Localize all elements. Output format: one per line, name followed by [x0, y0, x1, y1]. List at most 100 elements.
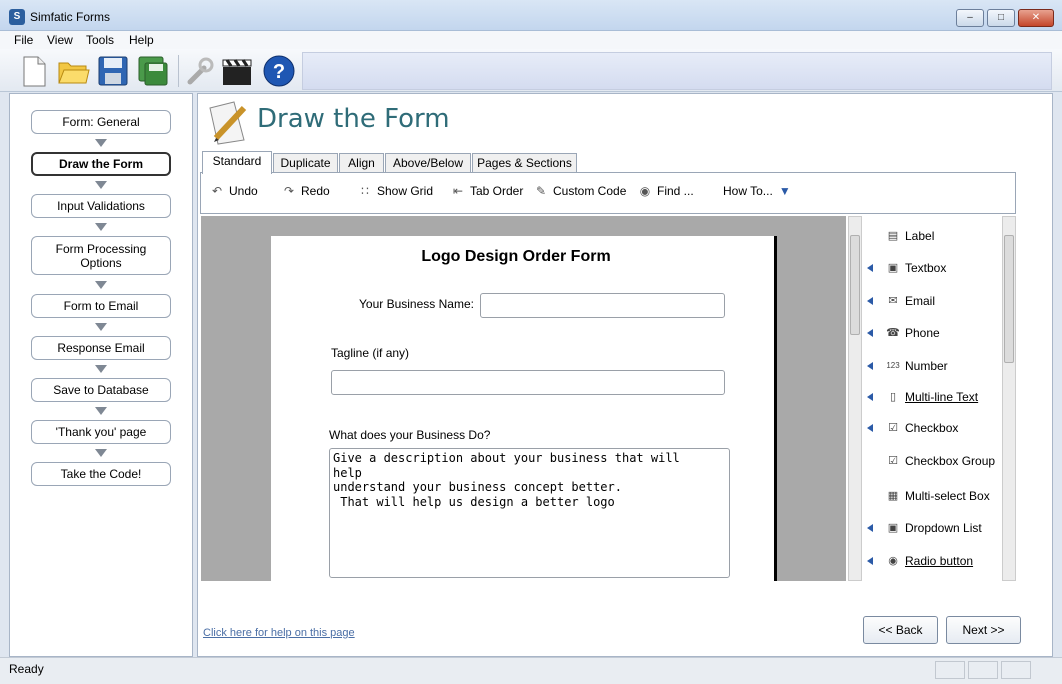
- step-thank-you-page[interactable]: 'Thank you' page: [31, 420, 171, 444]
- tab-align[interactable]: Align: [339, 153, 384, 173]
- checkbox-icon: ☑: [888, 422, 898, 434]
- menu-file[interactable]: File: [14, 33, 33, 47]
- palette-item-phone[interactable]: ☎ Phone: [863, 323, 1003, 343]
- form-title[interactable]: Logo Design Order Form: [271, 248, 761, 266]
- help-icon[interactable]: ?: [262, 54, 296, 88]
- design-canvas[interactable]: Logo Design Order Form Your Business Nam…: [201, 216, 846, 581]
- tab-standard[interactable]: Standard: [202, 151, 272, 174]
- business-name-label[interactable]: Your Business Name:: [359, 297, 474, 311]
- toolbar: ?: [0, 49, 1062, 92]
- status-cell: [968, 661, 998, 679]
- arrow-down-icon: [95, 449, 107, 457]
- next-button[interactable]: Next >>: [946, 616, 1021, 644]
- palette-item-email[interactable]: ✉ Email: [863, 291, 1003, 311]
- tagline-field[interactable]: [331, 370, 725, 395]
- clapperboard-icon[interactable]: [220, 54, 254, 88]
- step-take-the-code[interactable]: Take the Code!: [31, 462, 171, 486]
- palette-item-radio-button[interactable]: ◉ Radio button: [863, 551, 1003, 571]
- arrow-down-icon: [95, 223, 107, 231]
- menu-bar: File View Tools Help: [0, 31, 1062, 49]
- label-icon: ▤: [887, 230, 899, 242]
- step-form-processing-options[interactable]: Form Processing Options: [31, 236, 171, 275]
- custom-code-button[interactable]: ✎ Custom Code: [533, 183, 626, 199]
- expand-arrow-icon: [867, 524, 873, 532]
- expand-arrow-icon: [867, 424, 873, 432]
- palette-item-multi-select-box[interactable]: ▦ Multi-select Box: [863, 486, 1003, 506]
- canvas-scrollbar-thumb[interactable]: [850, 235, 860, 335]
- palette-scrollbar[interactable]: [1002, 216, 1016, 581]
- palette-item-number[interactable]: 123 Number: [863, 356, 1003, 376]
- window-title: Simfatic Forms: [30, 10, 111, 24]
- custom-code-icon: ✎: [535, 184, 547, 198]
- back-button[interactable]: << Back: [863, 616, 938, 644]
- save-icon[interactable]: [96, 54, 130, 88]
- minimize-button[interactable]: –: [956, 9, 984, 27]
- expand-arrow-icon: [867, 297, 873, 305]
- step-form-general[interactable]: Form: General: [31, 110, 171, 134]
- multiline-icon: ▯: [889, 391, 897, 403]
- save-as-icon[interactable]: [136, 54, 170, 88]
- close-button[interactable]: ✕: [1018, 9, 1054, 27]
- main-panel: Draw the Form Standard Duplicate Align A…: [197, 93, 1053, 657]
- menu-view[interactable]: View: [47, 33, 73, 47]
- tab-pages-sections[interactable]: Pages & Sections: [472, 153, 577, 173]
- step-form-to-email[interactable]: Form to Email: [31, 294, 171, 318]
- step-response-email[interactable]: Response Email: [31, 336, 171, 360]
- expand-arrow-icon: [867, 393, 873, 401]
- pencil-paper-icon: [204, 98, 252, 146]
- email-icon: ✉: [888, 295, 898, 307]
- tab-order-button[interactable]: ⇤ Tab Order: [450, 183, 523, 199]
- business-do-textarea[interactable]: Give a description about your business t…: [329, 448, 730, 578]
- maximize-button[interactable]: □: [987, 9, 1015, 27]
- radio-icon: ◉: [888, 555, 898, 567]
- redo-button[interactable]: ↷ Redo: [281, 183, 330, 199]
- menu-help[interactable]: Help: [129, 33, 154, 47]
- toolbar-band: [302, 52, 1052, 90]
- business-name-field[interactable]: [480, 293, 725, 318]
- settings-wrench-icon[interactable]: [182, 54, 216, 88]
- binoculars-icon: ◉: [639, 184, 651, 198]
- palette-item-checkbox[interactable]: ☑ Checkbox: [863, 418, 1003, 438]
- palette-item-label[interactable]: ▤ Label: [863, 226, 1003, 246]
- expand-arrow-icon: [867, 362, 873, 370]
- number-icon: 123: [886, 361, 900, 370]
- undo-button[interactable]: ↶ Undo: [209, 183, 258, 199]
- toolbar-separator: [178, 55, 179, 87]
- show-grid-button[interactable]: ∷ Show Grid: [357, 183, 433, 199]
- menu-tools[interactable]: Tools: [86, 33, 114, 47]
- palette-item-dropdown-list[interactable]: ▣ Dropdown List: [863, 518, 1003, 538]
- expand-arrow-icon: [867, 329, 873, 337]
- status-bar: Ready: [0, 657, 1062, 684]
- step-input-validations[interactable]: Input Validations: [31, 194, 171, 218]
- multiselect-icon: ▦: [887, 490, 899, 502]
- help-link[interactable]: Click here for help on this page: [203, 627, 355, 639]
- canvas-scrollbar[interactable]: [848, 216, 862, 581]
- form-sheet: Logo Design Order Form Your Business Nam…: [271, 236, 777, 581]
- grid-icon: ∷: [361, 184, 369, 198]
- dropdown-icon: ▣: [887, 522, 899, 534]
- arrow-down-icon: [95, 281, 107, 289]
- arrow-down-icon: [95, 365, 107, 373]
- step-draw-the-form[interactable]: Draw the Form: [31, 152, 171, 176]
- find-button[interactable]: ◉ Find ...: [637, 183, 694, 199]
- palette-item-multiline-text[interactable]: ▯ Multi-line Text: [863, 387, 1003, 407]
- palette-item-textbox[interactable]: ▣ Textbox: [863, 258, 1003, 278]
- status-text: Ready: [9, 662, 44, 676]
- palette-scrollbar-thumb[interactable]: [1004, 235, 1014, 363]
- status-cell: [1001, 661, 1031, 679]
- arrow-down-icon: [95, 407, 107, 415]
- tagline-label[interactable]: Tagline (if any): [331, 346, 409, 360]
- expand-arrow-icon: [867, 557, 873, 565]
- step-save-to-database[interactable]: Save to Database: [31, 378, 171, 402]
- palette-item-checkbox-group[interactable]: ☑ Checkbox Group: [863, 451, 1003, 471]
- tab-above-below[interactable]: Above/Below: [385, 153, 471, 173]
- business-do-label[interactable]: What does your Business Do?: [329, 428, 490, 442]
- page-title: Draw the Form: [257, 104, 450, 134]
- expand-arrow-icon: [867, 264, 873, 272]
- wizard-panel: Form: General Draw the Form Input Valida…: [9, 93, 193, 657]
- open-folder-icon[interactable]: [56, 54, 90, 88]
- tab-duplicate[interactable]: Duplicate: [273, 153, 338, 173]
- how-to-button[interactable]: How To... ▼: [723, 183, 793, 199]
- new-document-icon[interactable]: [16, 54, 50, 88]
- arrow-down-icon: [95, 323, 107, 331]
